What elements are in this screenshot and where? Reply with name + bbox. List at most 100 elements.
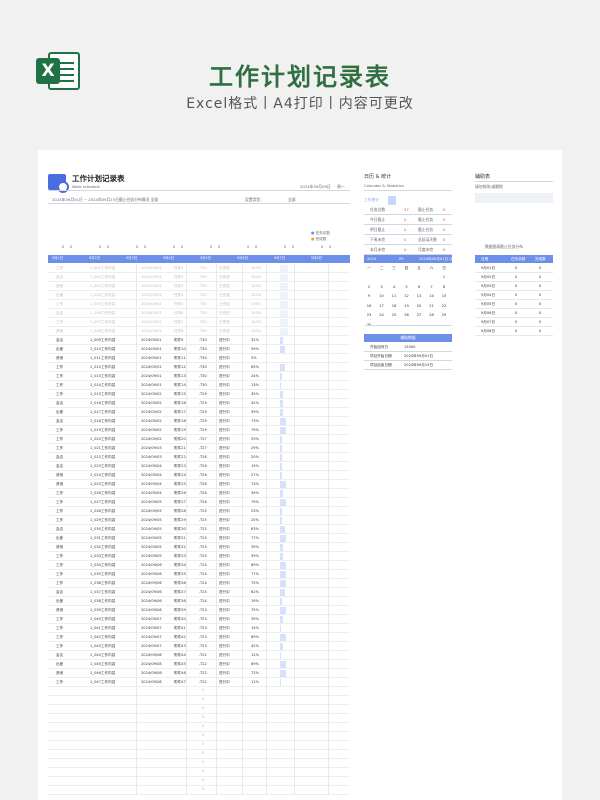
table-row[interactable]: 工作 1_013工作内容 2024/09/01 附件13 -T30 进行中 24% <box>48 372 350 381</box>
table-row[interactable]: 会议 1_022工作内容 2024/09/03 附件22 -T26 进行中 20% <box>48 453 350 462</box>
table-row[interactable]: 工作 1_040工作内容 2024/09/07 附件40 -T23 进行中 39% <box>48 615 350 624</box>
calendar-day[interactable]: 8 <box>439 285 449 289</box>
table-row[interactable]: 工作 1_001工作内容 2024/09/01 任务1 -T30 已完成 100% <box>48 264 350 273</box>
calendar-day[interactable]: 3 <box>377 285 387 289</box>
table-row[interactable]: 工作 1_012工作内容 2024/09/01 附件12 -T30 进行中 65% <box>48 363 350 372</box>
table-row[interactable]: 0 <box>48 714 350 723</box>
calendar-day[interactable]: 17 <box>377 304 387 308</box>
progress-bar <box>280 589 285 596</box>
calendar-day[interactable]: 24 <box>377 313 387 317</box>
table-row[interactable]: 会议 1_023工作内容 2024/09/04 附件23 -T26 进行中 19% <box>48 462 350 471</box>
table-row[interactable]: 工作 1_029工作内容 2024/09/05 附件29 -T25 进行中 25% <box>48 516 350 525</box>
calendar-day[interactable]: 5 <box>402 285 412 289</box>
calendar-day[interactable]: 12 <box>402 294 412 298</box>
table-row[interactable]: 工作 1_019工作内容 2024/09/02 附件19 -T29 进行中 79% <box>48 426 350 435</box>
table-cell: 1_005工作内容 <box>90 302 116 306</box>
table-cell: 附件15 <box>174 392 186 396</box>
calendar-icon <box>48 174 69 193</box>
table-row[interactable]: 其他 1_025工作内容 2024/09/04 附件25 -T26 进行中 73% <box>48 480 350 489</box>
mini-bar-chart <box>388 196 396 205</box>
table-row[interactable]: 出差 1_038工作内容 2024/09/06 附件38 -T24 进行中 19% <box>48 597 350 606</box>
table-row[interactable]: 其他 1_003工作内容 2024/09/01 任务3 -T30 已完成 100% <box>48 282 350 291</box>
table-row[interactable]: 工作 1_043工作内容 2024/09/07 附件43 -T23 进行中 42% <box>48 642 350 651</box>
calendar-day[interactable]: 26 <box>402 313 412 317</box>
table-row[interactable]: 0 <box>48 732 350 741</box>
table-row[interactable]: 工作 1_021工作内容 2024/09/03 附件21 -T27 进行中 29% <box>48 444 350 453</box>
table-row[interactable]: 其他 1_046工作内容 2024/09/08 附件46 -T22 进行中 72% <box>48 669 350 678</box>
calendar-day[interactable]: 22 <box>439 304 449 308</box>
calendar-day[interactable]: 1 <box>439 275 449 279</box>
calendar-day[interactable]: 14 <box>427 294 437 298</box>
table-cell: 1_018工作内容 <box>90 419 116 423</box>
table-row[interactable]: 0 <box>48 723 350 732</box>
calendar-day[interactable]: 6 <box>414 285 424 289</box>
table-row[interactable]: 工作 1_005工作内容 2024/09/01 任务5 -T30 已完成 100% <box>48 300 350 309</box>
table-row[interactable]: 工作 1_020工作内容 2024/09/02 附件20 -T27 进行中 29% <box>48 435 350 444</box>
table-row[interactable]: 会议 1_037工作内容 2024/09/06 附件37 -T24 进行中 62% <box>48 588 350 597</box>
table-row[interactable]: 会议 1_018工作内容 2024/09/02 附件18 -T29 进行中 73% <box>48 417 350 426</box>
table-row[interactable]: 0 <box>48 750 350 759</box>
table-row[interactable]: 工作 1_015工作内容 2024/09/02 附件15 -T29 进行中 35% <box>48 390 350 399</box>
calendar-day[interactable]: 29 <box>439 313 449 317</box>
table-row[interactable]: 0 <box>48 759 350 768</box>
table-row[interactable]: 工作 1_007工作内容 2024/09/01 任务7 -T30 已完成 100% <box>48 318 350 327</box>
table-row[interactable]: 工作 1_027工作内容 2024/09/05 附件27 -T26 进行中 79% <box>48 498 350 507</box>
calendar-day[interactable]: 18 <box>389 304 399 308</box>
calendar-day[interactable]: 7 <box>427 285 437 289</box>
table-row[interactable]: 会议 1_006工作内容 2024/09/01 任务6 -T30 已完成 100% <box>48 309 350 318</box>
calendar-day[interactable]: 28 <box>427 313 437 317</box>
table-row[interactable]: 工作 1_047工作内容 2024/09/08 附件47 -T22 进行中 11% <box>48 678 350 687</box>
calendar-day[interactable]: 25 <box>389 313 399 317</box>
table-row[interactable]: 其他 1_032工作内容 2024/09/05 附件32 -T25 进行中 39% <box>48 543 350 552</box>
table-row[interactable]: 会议 1_030工作内容 2024/09/05 附件30 -T25 进行中 63% <box>48 525 350 534</box>
table-row[interactable]: 0 <box>48 687 350 696</box>
table-row[interactable]: 0 <box>48 696 350 705</box>
table-row[interactable]: 0 <box>48 777 350 786</box>
calendar-day[interactable]: 15 <box>439 294 449 298</box>
table-row[interactable]: 0 <box>48 786 350 795</box>
table-cell: 工作 <box>56 617 64 621</box>
calendar-day[interactable]: 4 <box>389 285 399 289</box>
table-row[interactable]: 工作 1_035工作内容 2024/09/06 附件35 -T24 进行中 77% <box>48 570 350 579</box>
table-row[interactable]: 出差 1_004工作内容 2024/09/01 任务4 -T30 已完成 100% <box>48 291 350 300</box>
table-row[interactable]: 工作 1_042工作内容 2024/09/07 附件42 -T23 进行中 69% <box>48 633 350 642</box>
chart-value-label: 0 <box>181 245 184 249</box>
table-row[interactable]: 工作 1_041工作内容 2024/09/07 附件41 -T23 进行中 15% <box>48 624 350 633</box>
table-row[interactable]: 会议 1_009工作内容 2024/09/01 附件9 -T30 进行中 32% <box>48 336 350 345</box>
table-cell: 19% <box>251 599 259 603</box>
table-row[interactable]: 0 <box>48 768 350 777</box>
table-row[interactable]: 其他 1_008工作内容 2024/09/01 任务8 -T30 已完成 100% <box>48 327 350 336</box>
calendar-month-header[interactable]: 2024 09 2024年09月01日 (周) <box>364 255 456 263</box>
calendar-day[interactable]: 10 <box>377 294 387 298</box>
table-row[interactable]: 0 <box>48 705 350 714</box>
calendar-day[interactable]: 21 <box>427 304 437 308</box>
table-row[interactable]: 工作 1_026工作内容 2024/09/04 附件26 -T26 进行中 39% <box>48 489 350 498</box>
table-row[interactable]: 出差 1_031工作内容 2024/09/05 附件31 -T25 进行中 77% <box>48 534 350 543</box>
calendar-day[interactable]: 13 <box>414 294 424 298</box>
calendar-day[interactable]: 2 <box>364 285 374 289</box>
table-row[interactable]: 工作 1_033工作内容 2024/09/05 附件33 -T25 进行中 39% <box>48 552 350 561</box>
table-row[interactable]: 会议 1_016工作内容 2024/09/02 附件16 -T29 进行中 42% <box>48 399 350 408</box>
table-row[interactable]: 工作 1_014工作内容 2024/09/01 附件14 -T30 进行中 13% <box>48 381 350 390</box>
table-row[interactable]: 工作 1_036工作内容 2024/09/06 附件36 -T24 进行中 75% <box>48 579 350 588</box>
calendar-day[interactable]: 9 <box>364 294 374 298</box>
calendar-day[interactable]: 27 <box>414 313 424 317</box>
calendar-day[interactable]: 23 <box>364 313 374 317</box>
table-row[interactable]: 出差 1_017工作内容 2024/09/02 附件17 -T29 进行中 39% <box>48 408 350 417</box>
calendar-day[interactable]: 19 <box>402 304 412 308</box>
table-row[interactable]: 出差 1_010工作内容 2024/09/01 附件10 -T30 进行中 59% <box>48 345 350 354</box>
table-row[interactable]: 其他 1_024工作内容 2024/09/04 附件24 -T26 进行中 27% <box>48 471 350 480</box>
table-row[interactable]: 会议 1_044工作内容 2024/09/08 附件44 -T22 进行中 12% <box>48 651 350 660</box>
progress-bar <box>280 400 283 407</box>
calendar-day[interactable]: 16 <box>364 304 374 308</box>
table-row[interactable]: 出差 1_045工作内容 2024/09/08 附件45 -T22 进行中 69% <box>48 660 350 669</box>
table-row[interactable]: 其他 1_011工作内容 2024/09/01 附件11 -T30 进行中 5% <box>48 354 350 363</box>
table-row[interactable]: 0 <box>48 741 350 750</box>
calendar-day[interactable]: 20 <box>414 304 424 308</box>
table-row[interactable]: 会议 1_002工作内容 2024/09/01 任务2 -T30 已完成 100% <box>48 273 350 282</box>
progress-bar <box>280 643 283 650</box>
calendar-day[interactable]: 11 <box>389 294 399 298</box>
table-row[interactable]: 其他 1_039工作内容 2024/09/06 附件39 -T23 进行中 75% <box>48 606 350 615</box>
table-row[interactable]: 工作 1_034工作内容 2024/09/06 附件34 -T24 进行中 69% <box>48 561 350 570</box>
table-row[interactable]: 工作 1_028工作内容 2024/09/05 附件28 -T25 进行中 23% <box>48 507 350 516</box>
